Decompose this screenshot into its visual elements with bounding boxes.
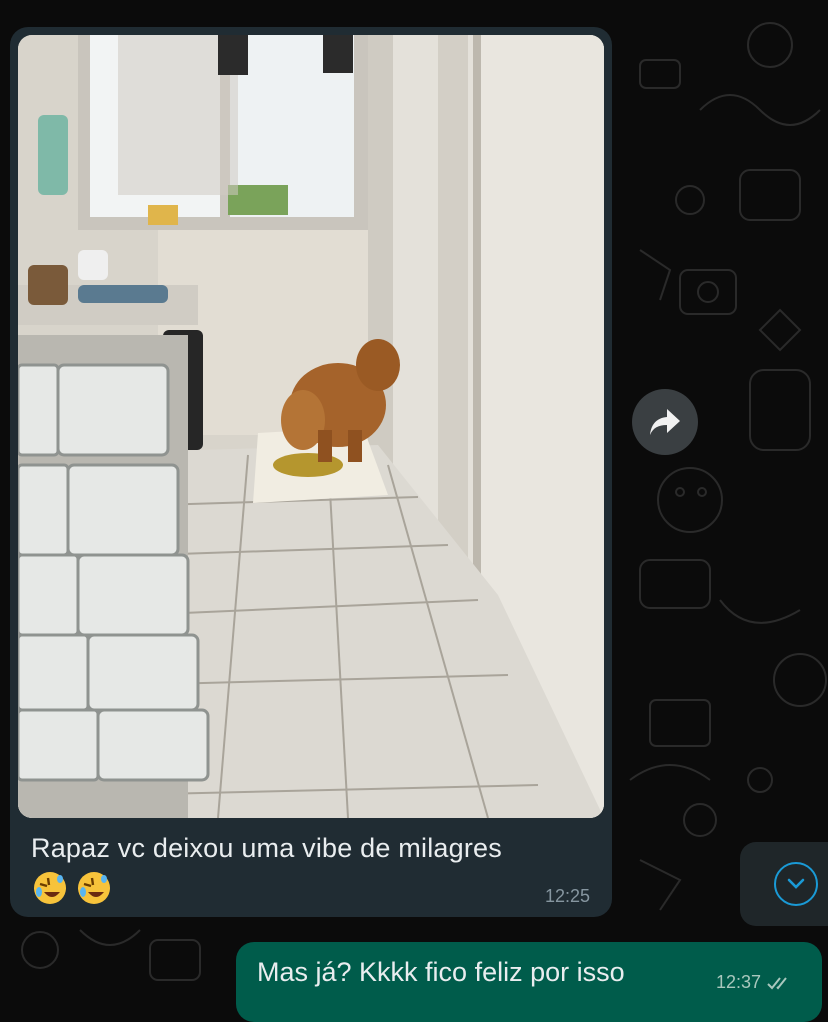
message-photo[interactable]	[18, 35, 604, 818]
message-time: 12:25	[544, 886, 590, 906]
message-time: 12:37	[716, 972, 762, 992]
message-meta: 12:37	[716, 972, 793, 993]
rolling-laughing-emoji-icon	[34, 872, 66, 904]
rolling-laughing-emoji-icon	[78, 872, 110, 904]
scroll-to-bottom-button[interactable]	[740, 842, 828, 926]
forward-button[interactable]	[632, 389, 698, 455]
photo-illustration	[18, 35, 604, 818]
outgoing-message-bubble[interactable]: Mas já? Kkkk fico feliz por isso 12:37	[236, 942, 822, 1022]
double-check-icon	[767, 976, 787, 989]
incoming-message-bubble[interactable]: Rapaz vc deixou uma vibe de milagres 12:…	[10, 27, 612, 917]
chevron-down-icon	[787, 878, 805, 889]
emoji-row	[32, 870, 112, 906]
forward-arrow-icon	[650, 409, 680, 435]
message-text: Mas já? Kkkk fico feliz por isso	[257, 957, 625, 987]
message-caption: Rapaz vc deixou uma vibe de milagres	[31, 833, 502, 863]
scroll-down-circle	[774, 862, 818, 906]
